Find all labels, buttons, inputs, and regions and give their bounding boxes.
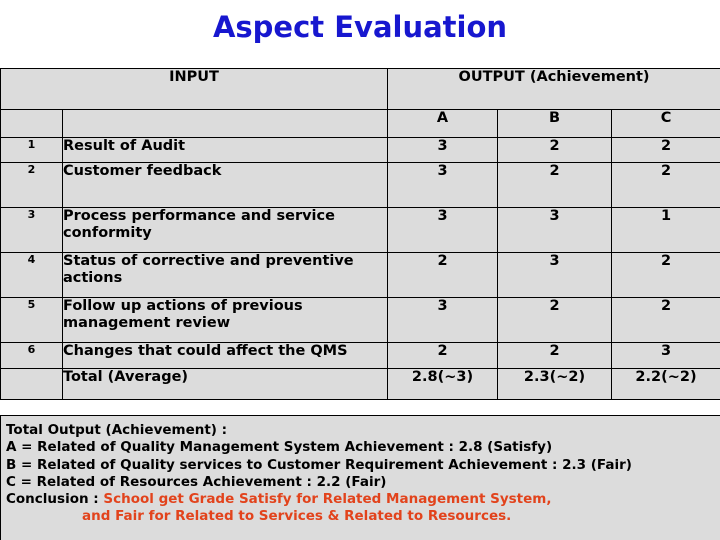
row-index: 3 <box>0 207 63 253</box>
total-label: Total (Average) <box>61 368 389 400</box>
page-title: Aspect Evaluation <box>212 10 508 44</box>
row-score-c: 2 <box>611 137 720 163</box>
row-index: 2 <box>0 162 63 208</box>
row-score-c: 1 <box>611 207 720 253</box>
row-score-b: 2 <box>497 162 613 208</box>
table-header-row-sub: A B C <box>0 109 720 138</box>
total-score-b: 2.3(~2) <box>497 368 613 400</box>
row-score-c: 2 <box>611 252 720 298</box>
table-row: 1 Result of Audit 3 2 2 <box>0 137 720 163</box>
header-input-blank <box>61 109 389 138</box>
total-index-blank <box>0 368 63 400</box>
table-header-row-top: INPUT OUTPUT (Achievement) <box>0 68 720 110</box>
row-score-a: 2 <box>387 252 499 298</box>
row-input-label: Customer feedback <box>61 162 389 208</box>
row-input-label: Changes that could affect the QMS <box>61 342 389 369</box>
row-index: 1 <box>0 137 63 163</box>
header-output: OUTPUT (Achievement) <box>387 68 720 110</box>
row-score-b: 2 <box>497 297 613 343</box>
aspect-evaluation-table: INPUT OUTPUT (Achievement) A B C 1 Resul… <box>0 68 720 400</box>
table-total-row: Total (Average) 2.8(~3) 2.3(~2) 2.2(~2) <box>0 368 720 400</box>
row-score-b: 2 <box>497 342 613 369</box>
row-score-b: 2 <box>497 137 613 163</box>
row-score-c: 3 <box>611 342 720 369</box>
row-index: 6 <box>0 342 63 369</box>
row-score-a: 3 <box>387 207 499 253</box>
row-input-label: Process performance and service conformi… <box>61 207 389 253</box>
row-input-label: Follow up actions of previous management… <box>61 297 389 343</box>
row-score-a: 3 <box>387 137 499 163</box>
row-score-a: 3 <box>387 297 499 343</box>
row-input-label: Result of Audit <box>61 137 389 163</box>
table-row: 3 Process performance and service confor… <box>0 207 720 253</box>
row-score-c: 2 <box>611 297 720 343</box>
summary-heading: Total Output (Achievement) : <box>6 422 228 438</box>
header-index-blank <box>0 109 63 138</box>
total-score-c: 2.2(~2) <box>611 368 720 400</box>
row-score-a: 2 <box>387 342 499 369</box>
summary-line-b: B = Related of Quality services to Custo… <box>6 456 632 473</box>
conclusion-line: Conclusion : School get Grade Satisfy fo… <box>6 491 720 508</box>
conclusion-line-continued: and Fair for Related to Services & Relat… <box>82 508 512 525</box>
row-score-a: 3 <box>387 162 499 208</box>
row-index: 5 <box>0 297 63 343</box>
table-row: 6 Changes that could affect the QMS 2 2 … <box>0 342 720 369</box>
row-score-c: 2 <box>611 162 720 208</box>
header-col-c: C <box>611 109 720 138</box>
row-index: 4 <box>0 252 63 298</box>
row-input-label: Status of corrective and preventive acti… <box>61 252 389 298</box>
summary-line-a: A = Related of Quality Management System… <box>6 439 553 456</box>
summary-line-c: C = Related of Resources Achievement : 2… <box>6 473 387 490</box>
header-col-a: A <box>387 109 499 138</box>
table-row: 2 Customer feedback 3 2 2 <box>0 162 720 208</box>
header-input: INPUT <box>0 68 389 110</box>
row-score-b: 3 <box>497 207 613 253</box>
total-score-a: 2.8(~3) <box>387 368 499 400</box>
conclusion-text: School get Grade Satisfy for Related Man… <box>103 491 552 508</box>
summary-notes-box: Total Output (Achievement) : A = Related… <box>0 415 720 540</box>
table-row: 4 Status of corrective and preventive ac… <box>0 252 720 298</box>
row-score-b: 3 <box>497 252 613 298</box>
table-row: 5 Follow up actions of previous manageme… <box>0 297 720 343</box>
header-col-b: B <box>497 109 613 138</box>
conclusion-label: Conclusion : <box>6 491 104 508</box>
